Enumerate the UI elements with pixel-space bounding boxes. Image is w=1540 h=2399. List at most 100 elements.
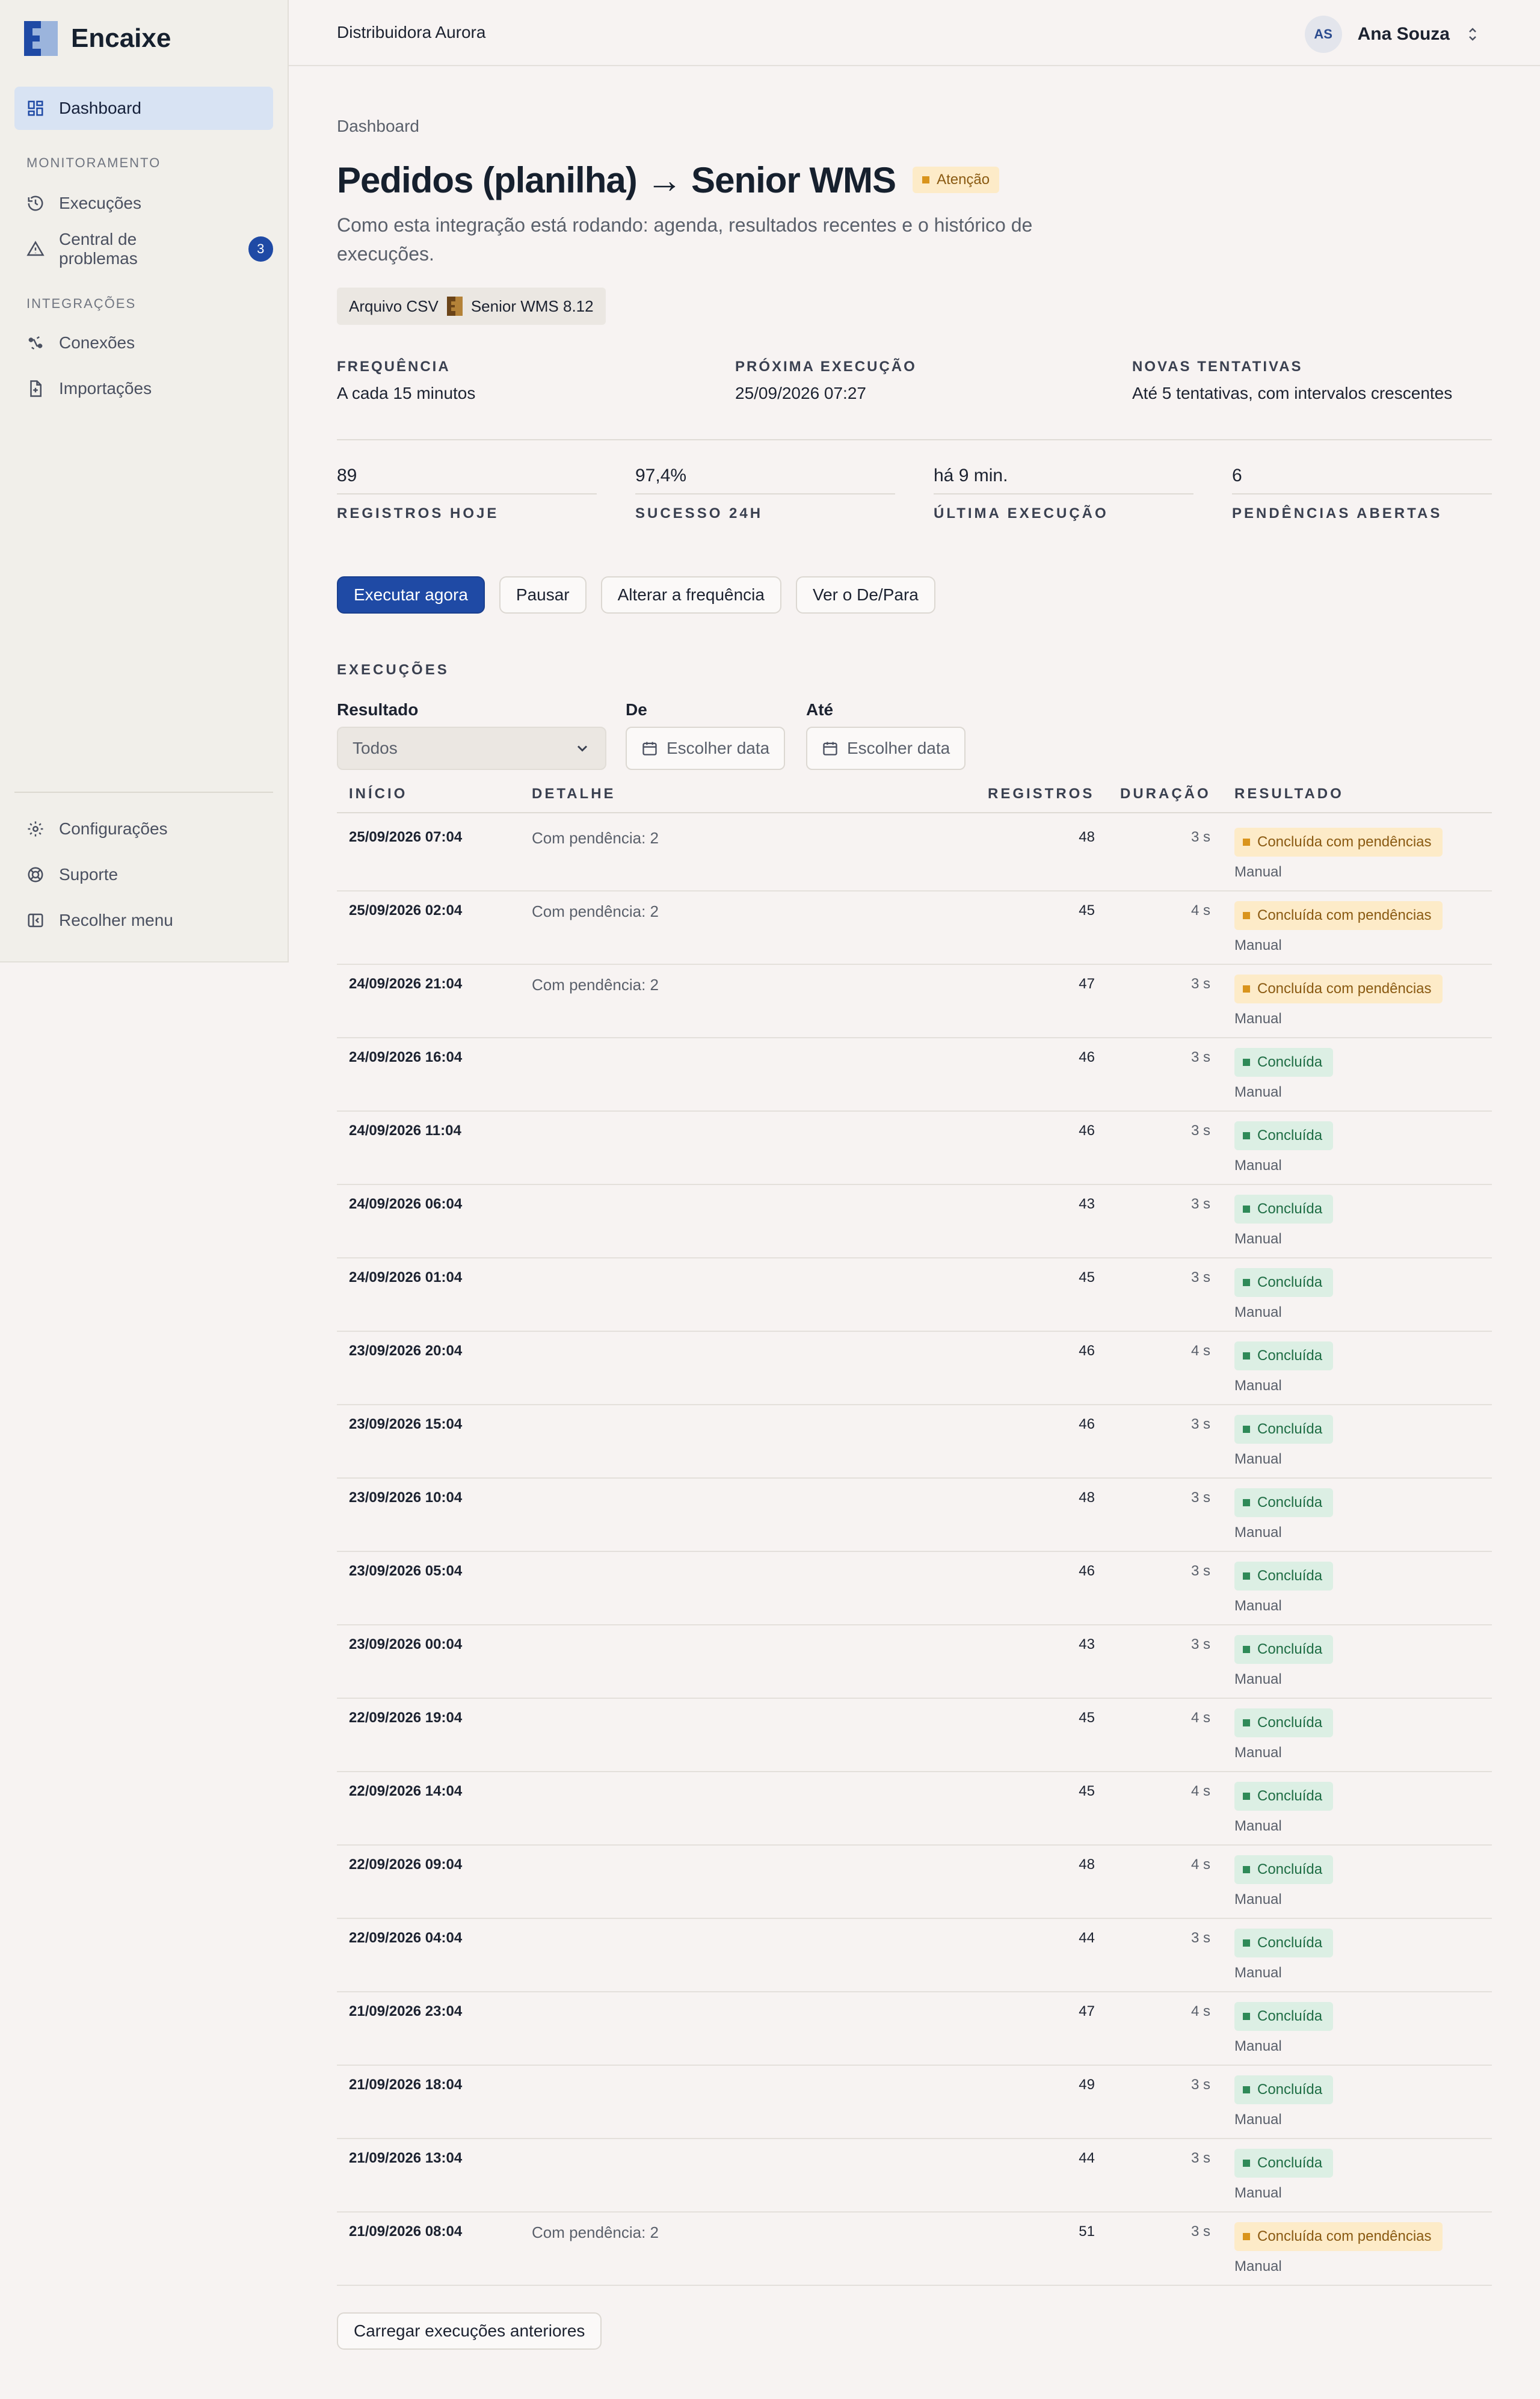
- cell-start: 24/09/2026 06:04: [349, 1196, 463, 1212]
- cell-trigger-mode: Manual: [1234, 1818, 1282, 1834]
- pause-button[interactable]: Pausar: [499, 576, 587, 614]
- cell-result: Concluída Manual: [1234, 1341, 1334, 1394]
- view-mapping-button[interactable]: Ver o De/Para: [795, 576, 935, 614]
- change-frequency-button[interactable]: Alterar a frequência: [600, 576, 781, 614]
- status-badge-label: Atenção: [937, 171, 990, 188]
- result-badge: Concluída: [1234, 1929, 1334, 1957]
- source-system: Arquivo CSV: [349, 297, 439, 315]
- status-dot-icon: [1243, 2086, 1250, 2093]
- table-row[interactable]: 24/09/2026 11:04 46 3 s Concluída Manual: [337, 1112, 1492, 1185]
- cell-records: 46: [1079, 1123, 1095, 1139]
- organization-name[interactable]: Distribuidora Aurora: [337, 23, 485, 42]
- cell-records: 47: [1079, 976, 1095, 992]
- cell-duration: 3 s: [1190, 2223, 1210, 2240]
- table-row[interactable]: 23/09/2026 10:04 48 3 s Concluída Manual: [337, 1479, 1492, 1552]
- result-badge-label: Concluída: [1257, 1935, 1323, 1951]
- result-badge: Concluída: [1234, 1048, 1334, 1077]
- table-row[interactable]: 24/09/2026 06:04 43 3 s Concluída Manual: [337, 1185, 1492, 1258]
- result-filter-select[interactable]: Todos: [337, 727, 606, 770]
- collapse-sidebar-icon: [28, 913, 43, 928]
- gear-icon: [28, 821, 43, 837]
- load-older-executions-button[interactable]: Carregar execuções anteriores: [337, 2312, 602, 2350]
- sidebar-item-collapse[interactable]: Recolher menu: [14, 899, 273, 942]
- meta-label: FREQUÊNCIA: [337, 359, 451, 375]
- table-row[interactable]: 21/09/2026 23:04 47 4 s Concluída Manual: [337, 1992, 1492, 2066]
- stat-value: 89: [337, 466, 357, 485]
- stat-underline: [934, 493, 1194, 494]
- sidebar-item-connections[interactable]: Conexões: [14, 321, 273, 365]
- from-date-picker[interactable]: Escolher data: [626, 727, 786, 770]
- sidebar-item-executions[interactable]: Execuções: [14, 182, 273, 225]
- cell-records: 48: [1079, 829, 1095, 845]
- table-row[interactable]: 21/09/2026 13:04 44 3 s Concluída Manual: [337, 2139, 1492, 2213]
- stat-label: SUCESSO 24H: [635, 505, 763, 522]
- cell-trigger-mode: Manual: [1234, 2111, 1282, 2128]
- cell-trigger-mode: Manual: [1234, 1084, 1282, 1100]
- stat-open-issues: 6 PENDÊNCIAS ABERTAS: [1232, 466, 1492, 522]
- meta-retries: NOVAS TENTATIVAS Até 5 tentativas, com i…: [1132, 359, 1452, 403]
- run-now-button[interactable]: Executar agora: [337, 576, 485, 614]
- table-row[interactable]: 22/09/2026 09:04 48 4 s Concluída Manual: [337, 1846, 1492, 1919]
- sidebar-item-settings[interactable]: Configurações: [14, 807, 273, 851]
- table-row[interactable]: 23/09/2026 05:04 46 3 s Concluída Manual: [337, 1552, 1492, 1625]
- user-menu[interactable]: AS Ana Souza: [1304, 16, 1480, 53]
- cell-records: 46: [1079, 1049, 1095, 1065]
- status-dot-icon: [1243, 912, 1250, 919]
- sidebar-item-support[interactable]: Suporte: [14, 853, 273, 896]
- cell-records: 51: [1079, 2223, 1095, 2240]
- cell-duration: 4 s: [1190, 1856, 1210, 1873]
- cell-result: Concluída Manual: [1234, 1195, 1334, 1248]
- result-filter-value: Todos: [353, 739, 398, 757]
- cell-trigger-mode: Manual: [1234, 1745, 1282, 1761]
- cell-start: 21/09/2026 23:04: [349, 2003, 463, 2019]
- stat-label: PENDÊNCIAS ABERTAS: [1232, 505, 1443, 522]
- table-row[interactable]: 22/09/2026 04:04 44 3 s Concluída Manual: [337, 1919, 1492, 1992]
- sidebar-item-label: Central de problemas: [59, 230, 138, 268]
- sidebar-item-label: Configurações: [59, 819, 168, 838]
- brand[interactable]: Encaixe: [24, 20, 171, 57]
- status-dot-icon: [1243, 985, 1250, 993]
- sidebar-item-label: Suporte: [59, 865, 119, 884]
- status-dot-icon: [1243, 1132, 1250, 1139]
- sidebar-item-dashboard[interactable]: Dashboard: [14, 87, 273, 130]
- status-dot-icon: [1243, 839, 1250, 846]
- result-badge: Concluída: [1234, 1782, 1334, 1811]
- sidebar-item-label: Dashboard: [59, 99, 141, 117]
- cell-records: 44: [1079, 2150, 1095, 2166]
- table-row[interactable]: 25/09/2026 02:04 Com pendência: 2 45 4 s Con…: [337, 892, 1492, 965]
- cell-start: 25/09/2026 07:04: [349, 829, 463, 845]
- meta-value: A cada 15 minutos: [337, 384, 476, 402]
- table-row[interactable]: 24/09/2026 16:04 46 3 s Concluída Manual: [337, 1038, 1492, 1112]
- table-row[interactable]: 23/09/2026 00:04 43 3 s Concluída Manual: [337, 1625, 1492, 1699]
- result-badge-label: Concluída: [1257, 1641, 1323, 1657]
- table-row[interactable]: 23/09/2026 15:04 46 3 s Concluída Manual: [337, 1405, 1492, 1479]
- result-badge: Concluída: [1234, 1562, 1334, 1591]
- breadcrumb[interactable]: Dashboard: [337, 117, 419, 136]
- title-row: Pedidos (planilha) → Senior WMS Atenção: [337, 154, 1000, 206]
- cell-start: 24/09/2026 11:04: [349, 1123, 461, 1139]
- executions-table-header: INÍCIO DETALHE REGISTROS DURAÇÃO RESULTA…: [337, 781, 1492, 813]
- table-row[interactable]: 22/09/2026 14:04 45 4 s Concluída Manual: [337, 1772, 1492, 1846]
- cell-duration: 4 s: [1190, 1710, 1210, 1726]
- table-row[interactable]: 23/09/2026 20:04 46 4 s Concluída Manual: [337, 1332, 1492, 1405]
- to-date-label: Até: [806, 700, 834, 719]
- sidebar-item-problems[interactable]: Central de problemas 3: [14, 227, 273, 271]
- table-row[interactable]: 21/09/2026 18:04 49 3 s Concluída Manual: [337, 2066, 1492, 2139]
- sidebar-item-imports[interactable]: Importações: [14, 367, 273, 410]
- result-badge: Concluída: [1234, 1195, 1334, 1224]
- cell-duration: 3 s: [1190, 1489, 1210, 1506]
- result-badge: Concluída com pendências: [1234, 901, 1443, 930]
- table-row[interactable]: 24/09/2026 21:04 Com pendência: 2 47 3 s Con…: [337, 965, 1492, 1038]
- to-date-picker[interactable]: Escolher data: [806, 727, 966, 770]
- cell-start: 23/09/2026 15:04: [349, 1416, 463, 1432]
- dashboard-icon: [28, 100, 43, 116]
- table-row[interactable]: 24/09/2026 01:04 45 3 s Concluída Manual: [337, 1258, 1492, 1332]
- table-row[interactable]: 21/09/2026 08:04 Com pendência: 2 51 3 s Con…: [337, 2213, 1492, 2286]
- date-placeholder: Escolher data: [847, 739, 950, 757]
- table-row[interactable]: 22/09/2026 19:04 45 4 s Concluída Manual: [337, 1699, 1492, 1772]
- table-row[interactable]: 25/09/2026 07:04 Com pendência: 2 48 3 s Con…: [337, 818, 1492, 892]
- chevron-down-icon: [577, 745, 588, 752]
- result-badge-label: Concluída: [1257, 1127, 1323, 1144]
- stat-underline: [337, 493, 597, 494]
- cell-duration: 4 s: [1190, 902, 1210, 919]
